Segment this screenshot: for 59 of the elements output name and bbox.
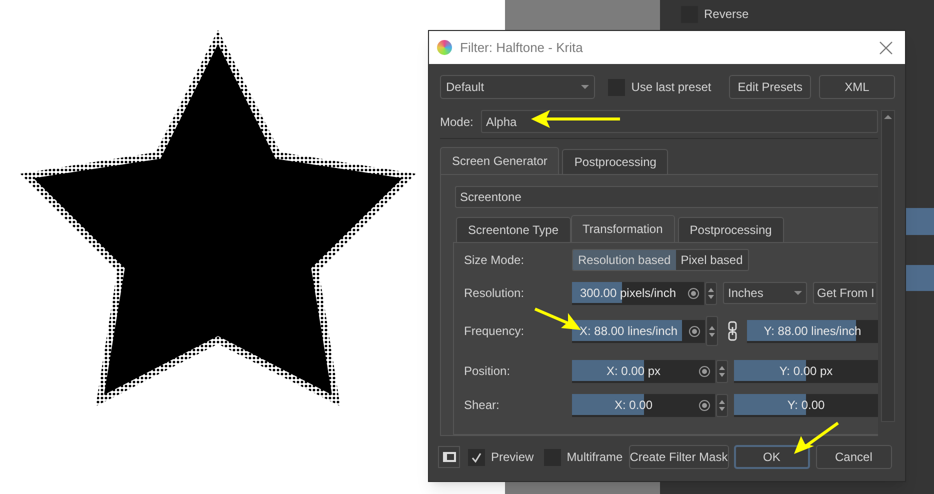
generator-dropdown[interactable]: Screentone xyxy=(455,186,878,208)
layout-toggle-icon[interactable] xyxy=(438,446,460,468)
window-title: Filter: Halftone - Krita xyxy=(460,38,584,57)
slider-value: X: 88.00 lines/inch xyxy=(579,323,678,340)
spin-buttons[interactable] xyxy=(705,282,717,304)
checkbox-label[interactable]: Reverse xyxy=(704,5,749,23)
radio-icon[interactable] xyxy=(688,288,699,298)
scroll-up-icon[interactable] xyxy=(884,115,892,119)
radio-icon[interactable] xyxy=(699,400,710,410)
tab[interactable]: Transformation xyxy=(570,215,675,242)
slider-field[interactable]: 300.00 pixels/inch xyxy=(572,282,704,304)
dropdown-value: Inches xyxy=(728,285,764,302)
arrow-annotation xyxy=(794,422,839,454)
slider-field[interactable]: X: 88.00 lines/inch xyxy=(572,320,705,342)
spin-buttons[interactable] xyxy=(706,316,718,346)
field-label: Shear: xyxy=(464,397,500,414)
arrow-annotation xyxy=(534,308,581,330)
checkbox-label[interactable]: Preview xyxy=(491,448,534,466)
field-label: Resolution: xyxy=(464,285,526,302)
radio-icon[interactable] xyxy=(689,326,700,336)
unit-dropdown[interactable]: Inches xyxy=(723,282,807,304)
checkbox-label[interactable]: Multiframe xyxy=(566,448,623,466)
list-row-highlight xyxy=(906,208,934,235)
dialog-button[interactable]: OK xyxy=(734,445,810,469)
app-logo-icon xyxy=(437,40,452,55)
slider-value: X: 0.00 px xyxy=(606,363,661,380)
checkbox[interactable] xyxy=(468,448,485,466)
tab[interactable]: Screen Generator xyxy=(440,147,560,174)
tab[interactable]: Screentone Type xyxy=(456,217,571,242)
chain-link-icon[interactable] xyxy=(728,321,737,341)
checkmark-icon xyxy=(471,452,482,462)
dropdown-value: Default xyxy=(446,79,484,96)
top-button[interactable]: XML xyxy=(819,75,895,99)
caret-icon xyxy=(581,85,590,89)
list-row-highlight xyxy=(906,265,934,291)
preset-dropdown[interactable]: Default xyxy=(440,75,596,99)
field-label: Mode: xyxy=(440,114,474,130)
slider-value: 300.00 pixels/inch xyxy=(580,285,676,302)
get-from-button[interactable]: Get From I xyxy=(813,282,876,304)
dialog-button[interactable]: Create Filter Mask xyxy=(628,445,729,469)
checkbox-label[interactable]: Use last preset xyxy=(631,78,712,96)
radio-icon[interactable] xyxy=(699,366,710,376)
spin-buttons[interactable] xyxy=(716,394,728,416)
caret-icon xyxy=(794,291,802,295)
spin-buttons[interactable] xyxy=(716,360,728,382)
segment-option[interactable]: Resolution based xyxy=(573,250,676,270)
slider-field[interactable]: X: 0.00 px xyxy=(572,360,715,382)
field-label: Frequency: xyxy=(464,323,526,340)
dialog-button[interactable]: Cancel xyxy=(816,445,892,469)
tab[interactable]: Postprocessing xyxy=(678,217,784,242)
field-label: Size Mode: xyxy=(464,252,526,269)
segment-option[interactable]: Pixel based xyxy=(676,250,748,270)
slider-field[interactable]: Y: 0.00 xyxy=(734,394,878,416)
field-label: Position: xyxy=(464,363,512,380)
scrollbar[interactable] xyxy=(881,110,895,422)
mode-field[interactable]: Alpha xyxy=(481,110,878,133)
top-button[interactable]: Edit Presets xyxy=(729,75,811,99)
slider-value: Y: 0.00 xyxy=(787,397,825,414)
tab[interactable]: Postprocessing xyxy=(562,149,668,174)
